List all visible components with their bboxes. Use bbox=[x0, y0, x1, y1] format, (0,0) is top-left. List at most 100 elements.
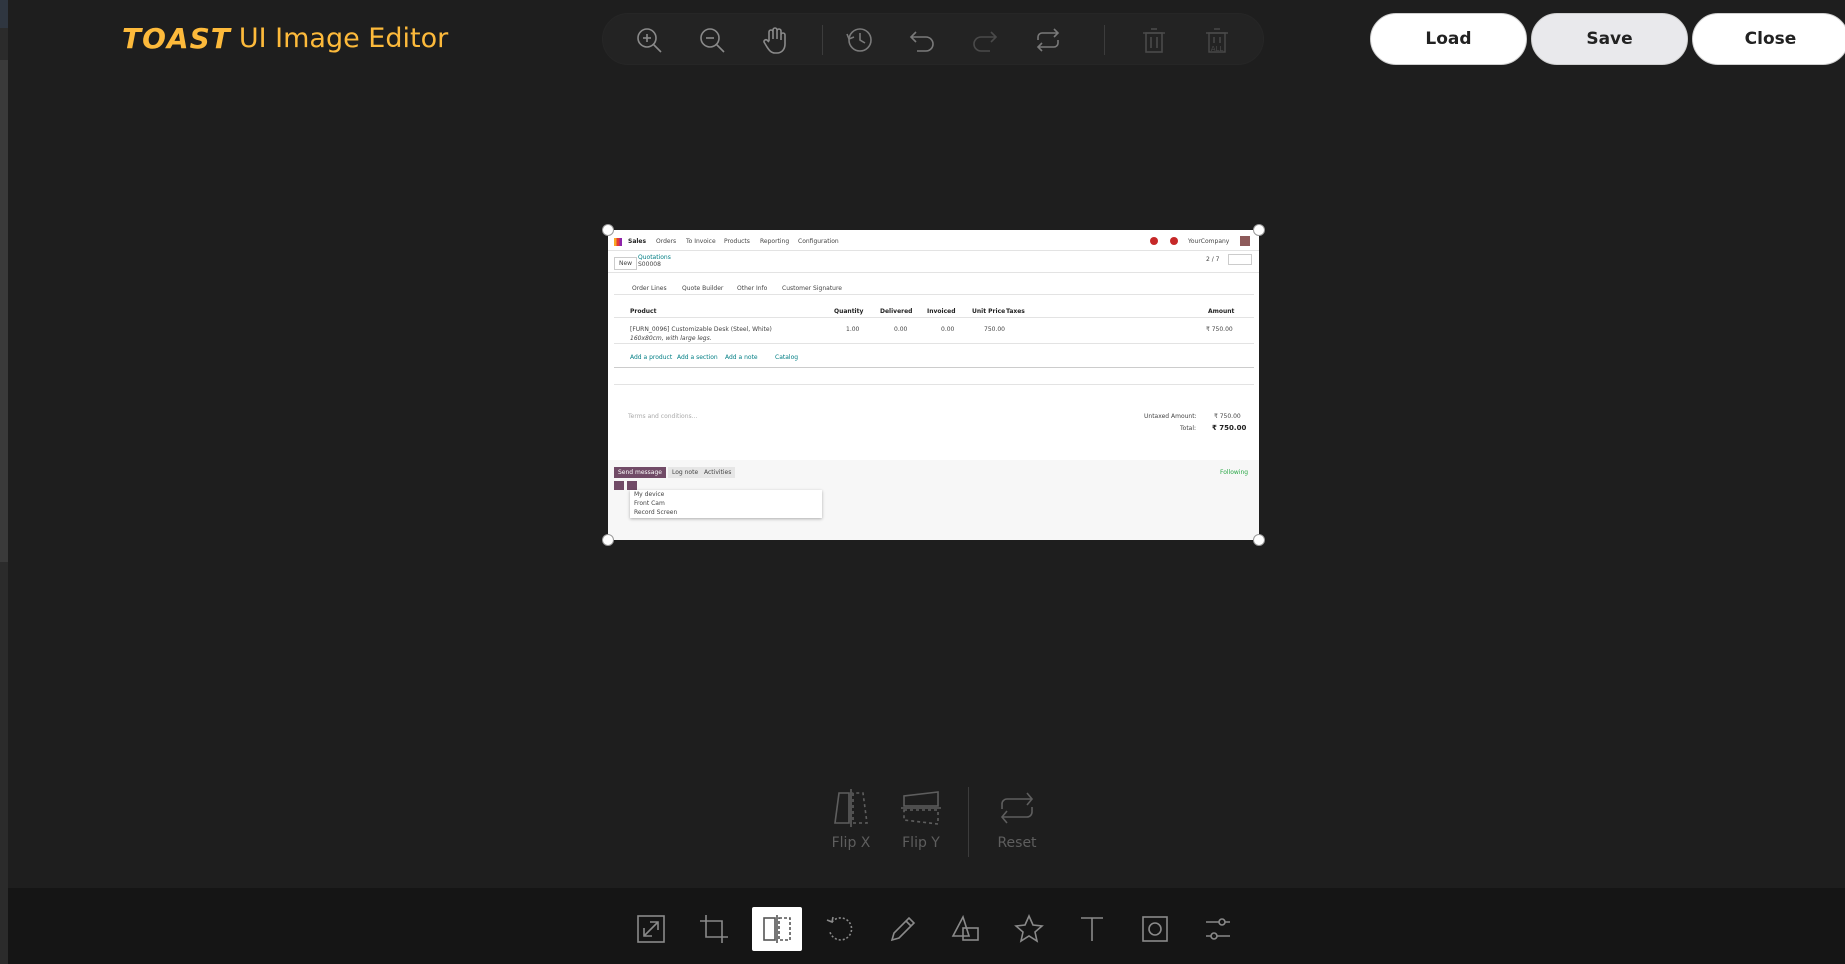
flip-y-label: Flip Y bbox=[902, 835, 940, 851]
nav-products: Products bbox=[724, 238, 750, 245]
logo-title: UI Image Editor bbox=[238, 22, 449, 54]
line-invoiced: 0.00 bbox=[941, 326, 955, 333]
col-taxes: Taxes bbox=[1006, 308, 1025, 315]
flip-tool-button[interactable] bbox=[752, 907, 802, 951]
catalog-link: Catalog bbox=[775, 354, 799, 361]
send-message-button: Send message bbox=[614, 467, 666, 478]
flip-x-button[interactable]: Flip X bbox=[821, 787, 881, 851]
undo-icon[interactable] bbox=[905, 23, 939, 57]
breadcrumb-quotations: Quotations bbox=[638, 254, 671, 261]
avatar bbox=[1240, 236, 1250, 246]
untaxed-value: ₹ 750.00 bbox=[1214, 413, 1241, 420]
mask-icon bbox=[1142, 916, 1168, 942]
flip-icon bbox=[763, 915, 791, 943]
tab-quote-builder: Quote Builder bbox=[682, 285, 724, 292]
reset-icon[interactable] bbox=[1031, 23, 1065, 57]
resize-tool-button[interactable] bbox=[626, 907, 676, 951]
line-unit-price: 750.00 bbox=[984, 326, 1005, 333]
crop-icon bbox=[700, 915, 728, 943]
rotate-tool-button[interactable] bbox=[815, 907, 865, 951]
nav-to-invoice: To Invoice bbox=[686, 238, 716, 245]
top-menu: ALL bbox=[602, 13, 1264, 65]
col-amount: Amount bbox=[1208, 308, 1235, 315]
line-amount: ₹ 750.00 bbox=[1206, 326, 1233, 333]
nav-configuration: Configuration bbox=[798, 238, 839, 245]
crop-tool-button[interactable] bbox=[689, 907, 739, 951]
submenu-divider bbox=[968, 787, 969, 857]
nav-reporting: Reporting bbox=[760, 238, 790, 245]
rotate-icon bbox=[826, 916, 853, 941]
shape-tool-button[interactable] bbox=[941, 907, 991, 951]
resize-icon bbox=[637, 915, 665, 943]
close-button[interactable]: Close bbox=[1692, 13, 1845, 65]
col-unit-price: Unit Price bbox=[972, 308, 1006, 315]
line-product: [FURN_0096] Customizable Desk (Steel, Wh… bbox=[630, 326, 772, 333]
add-section-link: Add a section bbox=[677, 354, 718, 361]
new-button: New bbox=[614, 257, 638, 270]
add-icon bbox=[627, 481, 637, 490]
left-edge-strip bbox=[0, 0, 8, 964]
untaxed-label: Untaxed Amount: bbox=[1144, 413, 1197, 420]
upload-icon bbox=[614, 481, 624, 490]
tab-other-info: Other Info bbox=[737, 285, 768, 292]
resize-handle-top-left[interactable] bbox=[602, 224, 614, 236]
redo-icon[interactable] bbox=[968, 23, 1002, 57]
delete-all-label: ALL bbox=[1211, 45, 1224, 53]
delete-all-icon[interactable]: ALL bbox=[1200, 23, 1234, 57]
nav-app: Sales bbox=[628, 238, 647, 245]
mask-tool-button[interactable] bbox=[1130, 907, 1180, 951]
col-invoiced: Invoiced bbox=[927, 308, 956, 315]
resize-handle-bottom-right[interactable] bbox=[1253, 534, 1265, 546]
dropdown-my-device: My device bbox=[634, 491, 665, 498]
total-value: ₹ 750.00 bbox=[1212, 424, 1247, 432]
activity-icon bbox=[1170, 237, 1178, 245]
embedded-screenshot: Sales Orders To Invoice Products Reporti… bbox=[608, 230, 1259, 540]
notification-icon bbox=[1150, 237, 1158, 245]
flip-y-button[interactable]: Flip Y bbox=[891, 787, 951, 851]
add-note-link: Add a note bbox=[725, 354, 758, 361]
flip-reset-button[interactable]: Reset bbox=[987, 787, 1047, 851]
save-button[interactable]: Save bbox=[1531, 13, 1688, 65]
following-label: Following bbox=[1220, 469, 1249, 476]
resize-handle-top-right[interactable] bbox=[1253, 224, 1265, 236]
attach-dropdown: My device Front Cam Record Screen bbox=[630, 490, 822, 518]
image-editor-app: TOAST UI Image Editor ALL Load Save Clos… bbox=[0, 0, 1845, 964]
hand-icon[interactable] bbox=[758, 23, 792, 57]
pager-arrows bbox=[1228, 254, 1252, 265]
reset-label: Reset bbox=[997, 835, 1037, 851]
star-icon bbox=[1014, 914, 1044, 943]
resize-handle-bottom-left[interactable] bbox=[602, 534, 614, 546]
flip-y-icon bbox=[901, 791, 941, 825]
filter-icon bbox=[1206, 918, 1230, 940]
pencil-icon bbox=[890, 916, 916, 942]
text-tool-button[interactable] bbox=[1067, 907, 1117, 951]
pager: 2 / 7 bbox=[1206, 256, 1220, 263]
line-quantity: 1.00 bbox=[846, 326, 860, 333]
total-label: Total: bbox=[1180, 425, 1197, 432]
dropdown-front-cam: Front Cam bbox=[634, 500, 665, 507]
nav-company: YourCompany bbox=[1188, 238, 1230, 245]
col-quantity: Quantity bbox=[834, 308, 864, 315]
tab-order-lines: Order Lines bbox=[632, 285, 667, 292]
history-icon[interactable] bbox=[842, 23, 876, 57]
icon-tool-button[interactable] bbox=[1004, 907, 1054, 951]
text-icon bbox=[1081, 917, 1103, 941]
delete-icon[interactable] bbox=[1137, 23, 1171, 57]
flip-x-icon bbox=[834, 789, 868, 827]
reset-icon bbox=[1000, 792, 1034, 824]
zoom-in-icon[interactable] bbox=[632, 23, 666, 57]
filter-tool-button[interactable] bbox=[1193, 907, 1243, 951]
shape-icon bbox=[951, 914, 979, 941]
line-delivered: 0.00 bbox=[894, 326, 908, 333]
add-product-link: Add a product bbox=[630, 354, 673, 361]
editor-canvas-image[interactable]: Sales Orders To Invoice Products Reporti… bbox=[602, 224, 1265, 546]
sales-app-icon bbox=[614, 238, 622, 246]
activities-button: Activities bbox=[700, 467, 736, 478]
logo-brand: TOAST bbox=[122, 21, 231, 55]
app-logo: TOAST UI Image Editor bbox=[122, 21, 449, 55]
flip-x-label: Flip X bbox=[831, 835, 871, 851]
zoom-out-icon[interactable] bbox=[695, 23, 729, 57]
draw-tool-button[interactable] bbox=[878, 907, 928, 951]
line-description: 160x80cm, with large legs. bbox=[630, 335, 712, 342]
load-button[interactable]: Load bbox=[1370, 13, 1527, 65]
